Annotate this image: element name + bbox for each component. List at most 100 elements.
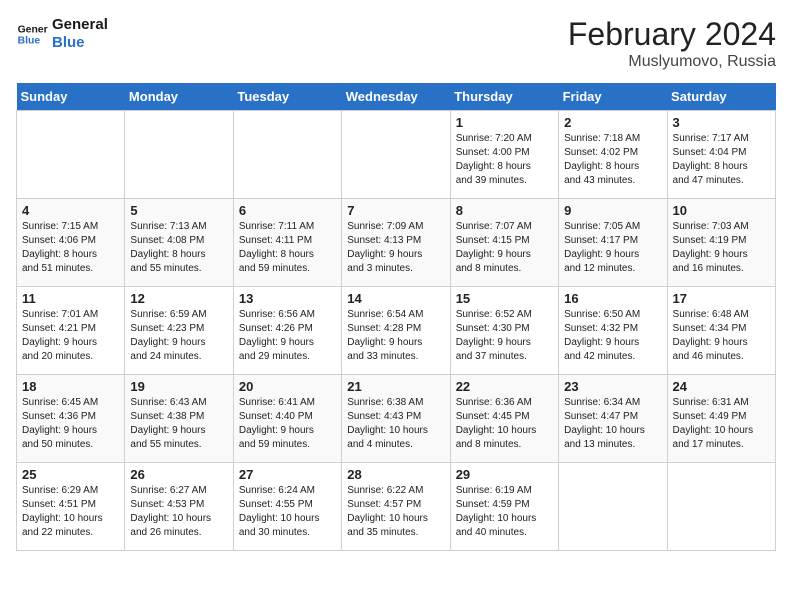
location: Muslyumovo, Russia bbox=[568, 53, 776, 71]
col-friday: Friday bbox=[559, 83, 667, 111]
header-row: Sunday Monday Tuesday Wednesday Thursday… bbox=[17, 83, 776, 111]
calendar-cell: 28Sunrise: 6:22 AM Sunset: 4:57 PM Dayli… bbox=[342, 463, 450, 551]
calendar-cell: 21Sunrise: 6:38 AM Sunset: 4:43 PM Dayli… bbox=[342, 375, 450, 463]
day-number: 8 bbox=[456, 203, 553, 218]
calendar-cell: 24 Sunrise: 6:31 AM Sunset: 4:49 PM Dayli… bbox=[667, 375, 775, 463]
day-number: 6 bbox=[239, 203, 336, 218]
day-info: Sunrise: 6:27 AM Sunset: 4:53 PM Dayligh… bbox=[130, 484, 227, 540]
calendar-cell bbox=[342, 111, 450, 199]
col-thursday: Thursday bbox=[450, 83, 558, 111]
day-info: Sunrise: 6:59 AM Sunset: 4:23 PM Dayligh… bbox=[130, 308, 227, 364]
day-info: Sunrise: 6:29 AM Sunset: 4:51 PM Dayligh… bbox=[22, 484, 119, 540]
calendar-cell bbox=[667, 463, 775, 551]
day-info: Sunrise: 7:18 AM Sunset: 4:02 PM Dayligh… bbox=[564, 132, 661, 188]
calendar-cell: 15Sunrise: 6:52 AM Sunset: 4:30 PM Dayli… bbox=[450, 287, 558, 375]
day-info: Sunrise: 6:41 AM Sunset: 4:40 PM Dayligh… bbox=[239, 396, 336, 452]
day-number: 12 bbox=[130, 291, 227, 306]
day-number: 2 bbox=[564, 115, 661, 130]
calendar-cell: 5 Sunrise: 7:13 AM Sunset: 4:08 PM Daylig… bbox=[125, 199, 233, 287]
day-number: 26 bbox=[130, 467, 227, 482]
day-number: 3 bbox=[673, 115, 770, 130]
day-info: Sunrise: 6:19 AM Sunset: 4:59 PM Dayligh… bbox=[456, 484, 553, 540]
day-number: 24 bbox=[673, 379, 770, 394]
day-number: 19 bbox=[130, 379, 227, 394]
calendar-cell bbox=[233, 111, 341, 199]
calendar-cell: 19 Sunrise: 6:43 AM Sunset: 4:38 PM Dayli… bbox=[125, 375, 233, 463]
day-number: 20 bbox=[239, 379, 336, 394]
col-sunday: Sunday bbox=[17, 83, 125, 111]
day-number: 22 bbox=[456, 379, 553, 394]
logo-icon: General Blue bbox=[16, 18, 48, 50]
day-info: Sunrise: 6:50 AM Sunset: 4:32 PM Dayligh… bbox=[564, 308, 661, 364]
day-info: Sunrise: 6:48 AM Sunset: 4:34 PM Dayligh… bbox=[673, 308, 770, 364]
day-number: 16 bbox=[564, 291, 661, 306]
day-info: Sunrise: 7:07 AM Sunset: 4:15 PM Dayligh… bbox=[456, 220, 553, 276]
day-number: 4 bbox=[22, 203, 119, 218]
day-number: 10 bbox=[673, 203, 770, 218]
day-number: 18 bbox=[22, 379, 119, 394]
day-info: Sunrise: 7:20 AM Sunset: 4:00 PM Dayligh… bbox=[456, 132, 553, 188]
calendar-cell: 9Sunrise: 7:05 AM Sunset: 4:17 PM Daylig… bbox=[559, 199, 667, 287]
day-info: Sunrise: 6:36 AM Sunset: 4:45 PM Dayligh… bbox=[456, 396, 553, 452]
day-info: Sunrise: 6:24 AM Sunset: 4:55 PM Dayligh… bbox=[239, 484, 336, 540]
logo: General Blue General Blue bbox=[16, 16, 108, 52]
day-number: 25 bbox=[22, 467, 119, 482]
calendar-cell: 16 Sunrise: 6:50 AM Sunset: 4:32 PM Dayli… bbox=[559, 287, 667, 375]
month-year: February 2024 bbox=[568, 16, 776, 53]
day-info: Sunrise: 6:56 AM Sunset: 4:26 PM Dayligh… bbox=[239, 308, 336, 364]
calendar-cell: 12 Sunrise: 6:59 AM Sunset: 4:23 PM Dayli… bbox=[125, 287, 233, 375]
day-number: 27 bbox=[239, 467, 336, 482]
day-number: 21 bbox=[347, 379, 444, 394]
day-number: 13 bbox=[239, 291, 336, 306]
week-row-0: 1 Sunrise: 7:20 AM Sunset: 4:00 PM Daylig… bbox=[17, 111, 776, 199]
calendar-cell: 27 Sunrise: 6:24 AM Sunset: 4:55 PM Dayli… bbox=[233, 463, 341, 551]
calendar-cell: 18 Sunrise: 6:45 AM Sunset: 4:36 PM Dayli… bbox=[17, 375, 125, 463]
day-number: 23 bbox=[564, 379, 661, 394]
calendar-cell: 10 Sunrise: 7:03 AM Sunset: 4:19 PM Dayli… bbox=[667, 199, 775, 287]
calendar-cell: 25 Sunrise: 6:29 AM Sunset: 4:51 PM Dayli… bbox=[17, 463, 125, 551]
col-saturday: Saturday bbox=[667, 83, 775, 111]
calendar-cell: 26 Sunrise: 6:27 AM Sunset: 4:53 PM Dayli… bbox=[125, 463, 233, 551]
calendar-cell bbox=[125, 111, 233, 199]
calendar-cell: 13 Sunrise: 6:56 AM Sunset: 4:26 PM Dayli… bbox=[233, 287, 341, 375]
calendar-cell: 14Sunrise: 6:54 AM Sunset: 4:28 PM Dayli… bbox=[342, 287, 450, 375]
calendar-cell: 29Sunrise: 6:19 AM Sunset: 4:59 PM Dayli… bbox=[450, 463, 558, 551]
calendar-cell: 17 Sunrise: 6:48 AM Sunset: 4:34 PM Dayli… bbox=[667, 287, 775, 375]
calendar-cell: 1 Sunrise: 7:20 AM Sunset: 4:00 PM Daylig… bbox=[450, 111, 558, 199]
day-number: 1 bbox=[456, 115, 553, 130]
calendar-cell: 22 Sunrise: 6:36 AM Sunset: 4:45 PM Dayli… bbox=[450, 375, 558, 463]
calendar-cell bbox=[559, 463, 667, 551]
calendar-cell: 3 Sunrise: 7:17 AM Sunset: 4:04 PM Daylig… bbox=[667, 111, 775, 199]
day-info: Sunrise: 7:15 AM Sunset: 4:06 PM Dayligh… bbox=[22, 220, 119, 276]
calendar-table: Sunday Monday Tuesday Wednesday Thursday… bbox=[16, 83, 776, 551]
calendar-cell: 6 Sunrise: 7:11 AM Sunset: 4:11 PM Daylig… bbox=[233, 199, 341, 287]
day-info: Sunrise: 7:17 AM Sunset: 4:04 PM Dayligh… bbox=[673, 132, 770, 188]
svg-text:Blue: Blue bbox=[18, 36, 41, 47]
day-number: 14 bbox=[347, 291, 444, 306]
calendar-cell: 20 Sunrise: 6:41 AM Sunset: 4:40 PM Dayli… bbox=[233, 375, 341, 463]
calendar-cell bbox=[17, 111, 125, 199]
day-info: Sunrise: 6:45 AM Sunset: 4:36 PM Dayligh… bbox=[22, 396, 119, 452]
week-row-3: 18 Sunrise: 6:45 AM Sunset: 4:36 PM Dayli… bbox=[17, 375, 776, 463]
day-info: Sunrise: 7:09 AM Sunset: 4:13 PM Dayligh… bbox=[347, 220, 444, 276]
col-wednesday: Wednesday bbox=[342, 83, 450, 111]
page-header: General Blue General Blue February 2024 … bbox=[16, 16, 776, 71]
week-row-2: 11Sunrise: 7:01 AM Sunset: 4:21 PM Dayli… bbox=[17, 287, 776, 375]
logo-general: General bbox=[52, 16, 108, 34]
day-number: 17 bbox=[673, 291, 770, 306]
day-number: 5 bbox=[130, 203, 227, 218]
calendar-cell: 8 Sunrise: 7:07 AM Sunset: 4:15 PM Daylig… bbox=[450, 199, 558, 287]
day-info: Sunrise: 6:22 AM Sunset: 4:57 PM Dayligh… bbox=[347, 484, 444, 540]
day-number: 15 bbox=[456, 291, 553, 306]
svg-text:General: General bbox=[18, 24, 48, 35]
day-info: Sunrise: 7:11 AM Sunset: 4:11 PM Dayligh… bbox=[239, 220, 336, 276]
day-number: 9 bbox=[564, 203, 661, 218]
col-tuesday: Tuesday bbox=[233, 83, 341, 111]
day-info: Sunrise: 6:43 AM Sunset: 4:38 PM Dayligh… bbox=[130, 396, 227, 452]
day-info: Sunrise: 6:34 AM Sunset: 4:47 PM Dayligh… bbox=[564, 396, 661, 452]
day-info: Sunrise: 7:03 AM Sunset: 4:19 PM Dayligh… bbox=[673, 220, 770, 276]
day-info: Sunrise: 7:13 AM Sunset: 4:08 PM Dayligh… bbox=[130, 220, 227, 276]
week-row-4: 25 Sunrise: 6:29 AM Sunset: 4:51 PM Dayli… bbox=[17, 463, 776, 551]
calendar-cell: 4 Sunrise: 7:15 AM Sunset: 4:06 PM Daylig… bbox=[17, 199, 125, 287]
day-info: Sunrise: 6:31 AM Sunset: 4:49 PM Dayligh… bbox=[673, 396, 770, 452]
